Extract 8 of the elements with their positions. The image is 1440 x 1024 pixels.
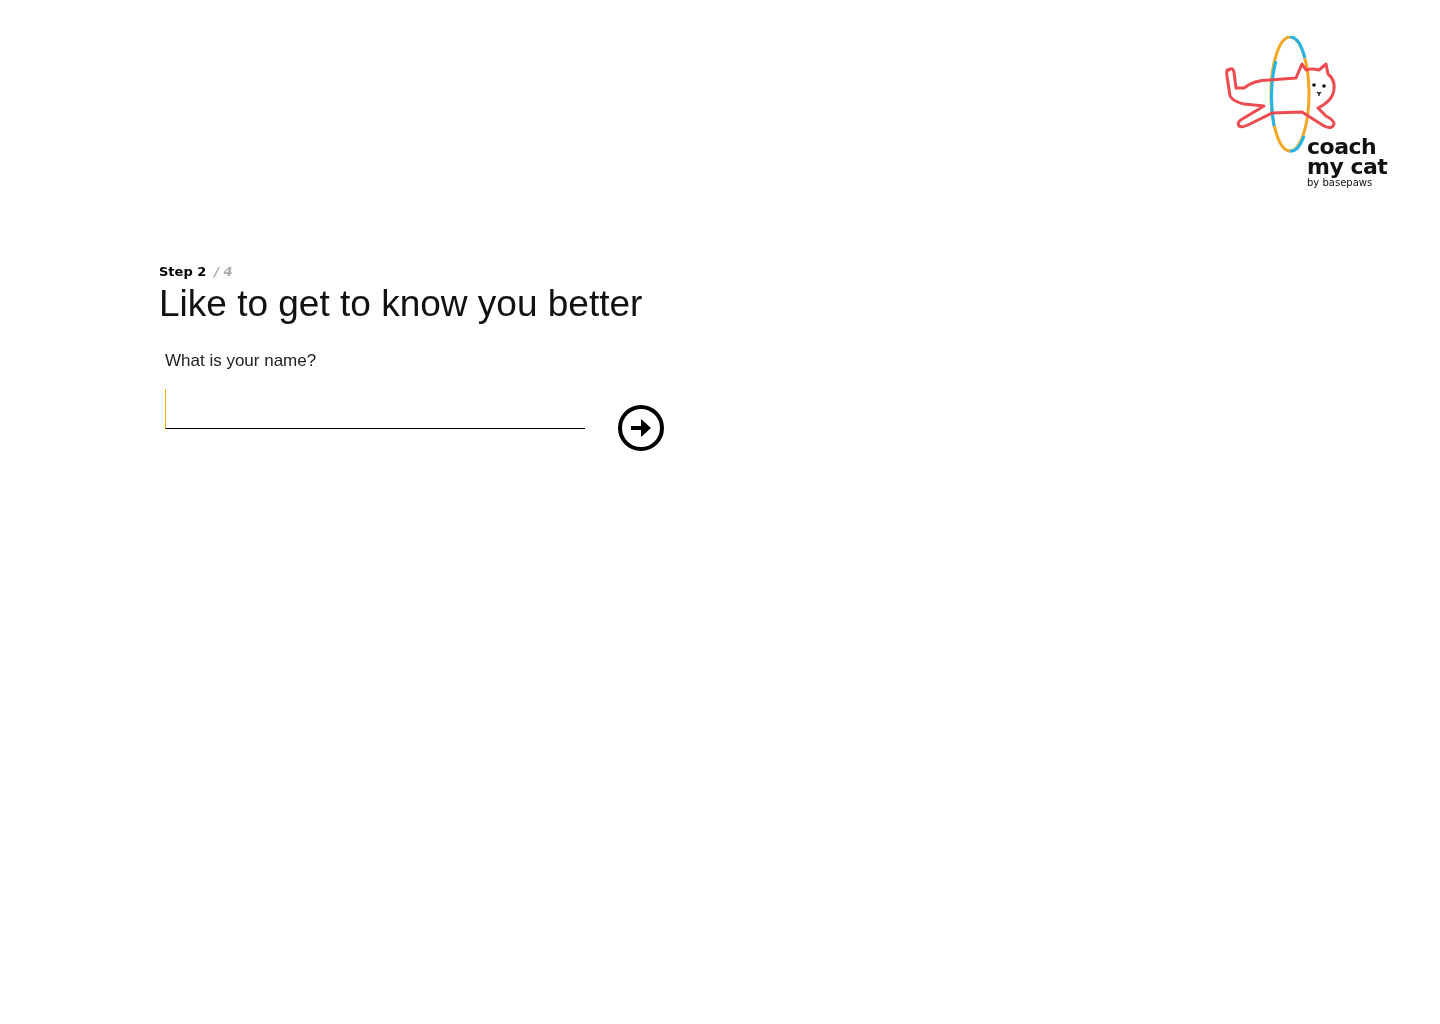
page-heading: Like to get to know you better: [159, 283, 644, 325]
next-button[interactable]: [618, 405, 664, 451]
question-label: What is your name?: [165, 351, 317, 371]
name-input-field[interactable]: [165, 389, 585, 429]
logo-byline: by basepaws: [1307, 177, 1374, 190]
step-number: Step 2: [159, 264, 207, 279]
step-total: / 4: [214, 264, 233, 279]
arrow-right-icon: [618, 405, 664, 451]
